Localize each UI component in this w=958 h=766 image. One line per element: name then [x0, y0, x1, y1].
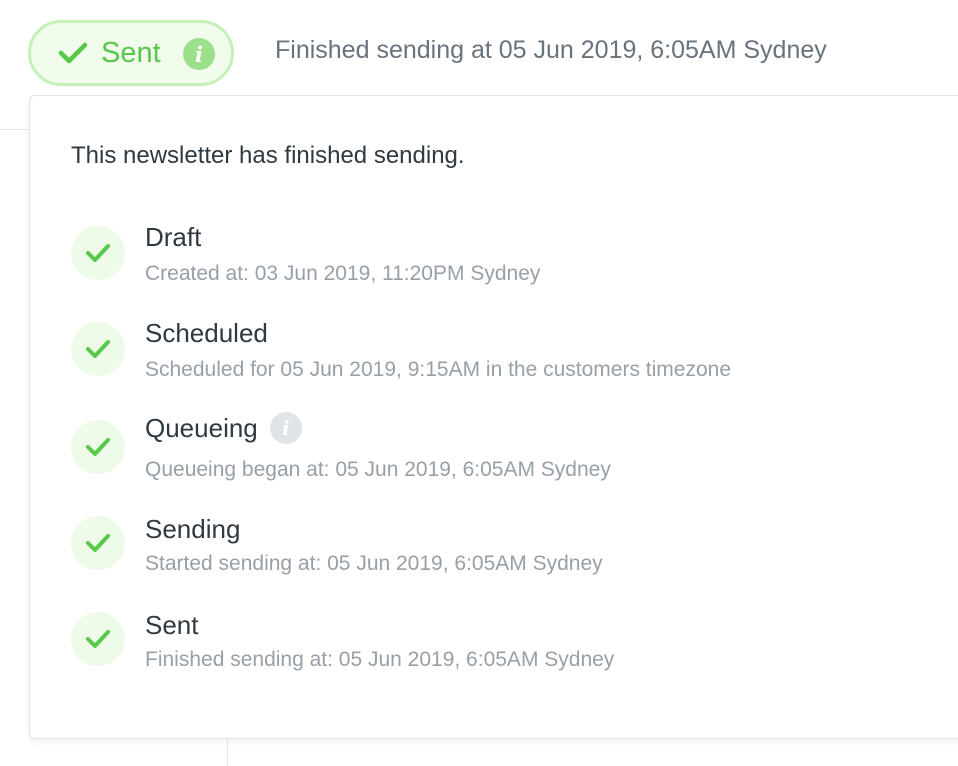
step-description: Started sending at: 05 Jun 2019, 6:05AM … — [145, 552, 603, 575]
info-icon[interactable]: i — [183, 38, 215, 70]
status-popover: This newsletter has finished sending. Dr… — [29, 95, 958, 739]
info-icon[interactable]: i — [269, 412, 302, 444]
status-badge-label: Sent — [101, 36, 161, 69]
step-title: Draft — [145, 222, 202, 252]
background-column-divider — [227, 738, 228, 766]
step-description: Scheduled for 05 Jun 2019, 9:15AM in the… — [145, 358, 732, 381]
check-circle-icon — [71, 322, 125, 376]
step-title: Sent — [145, 610, 199, 640]
check-circle-icon — [71, 226, 125, 280]
check-circle-icon — [71, 516, 125, 570]
status-summary: Finished sending at 05 Jun 2019, 6:05AM … — [275, 36, 827, 64]
step-description: Finished sending at: 05 Jun 2019, 6:05AM… — [145, 648, 615, 671]
step-title-row: Queueing i — [145, 412, 302, 444]
step-title: Queueing — [145, 412, 258, 443]
check-circle-icon — [71, 420, 125, 474]
step-description: Created at: 03 Jun 2019, 11:20PM Sydney — [145, 262, 541, 285]
check-circle-icon — [71, 612, 125, 666]
popover-heading: This newsletter has finished sending. — [71, 142, 465, 169]
status-badge[interactable]: Sent i — [28, 20, 234, 86]
step-title: Scheduled — [145, 318, 268, 348]
checkmark-icon — [57, 37, 89, 69]
step-description: Queueing began at: 05 Jun 2019, 6:05AM S… — [145, 458, 611, 481]
step-title: Sending — [145, 514, 241, 544]
